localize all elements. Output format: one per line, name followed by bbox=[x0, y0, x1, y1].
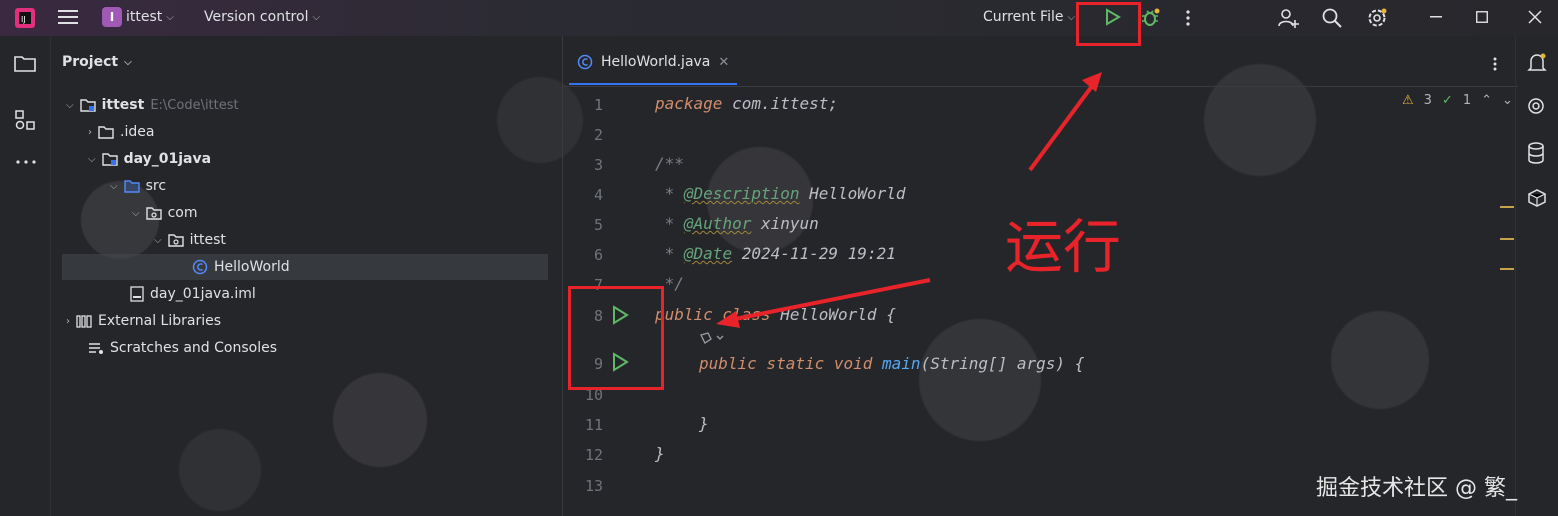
annotation-run-label: 运行 bbox=[1005, 213, 1122, 281]
watermark: 掘金技术社区 @ 繁_ bbox=[1316, 476, 1517, 501]
annotation-arrows bbox=[716, 72, 1102, 328]
